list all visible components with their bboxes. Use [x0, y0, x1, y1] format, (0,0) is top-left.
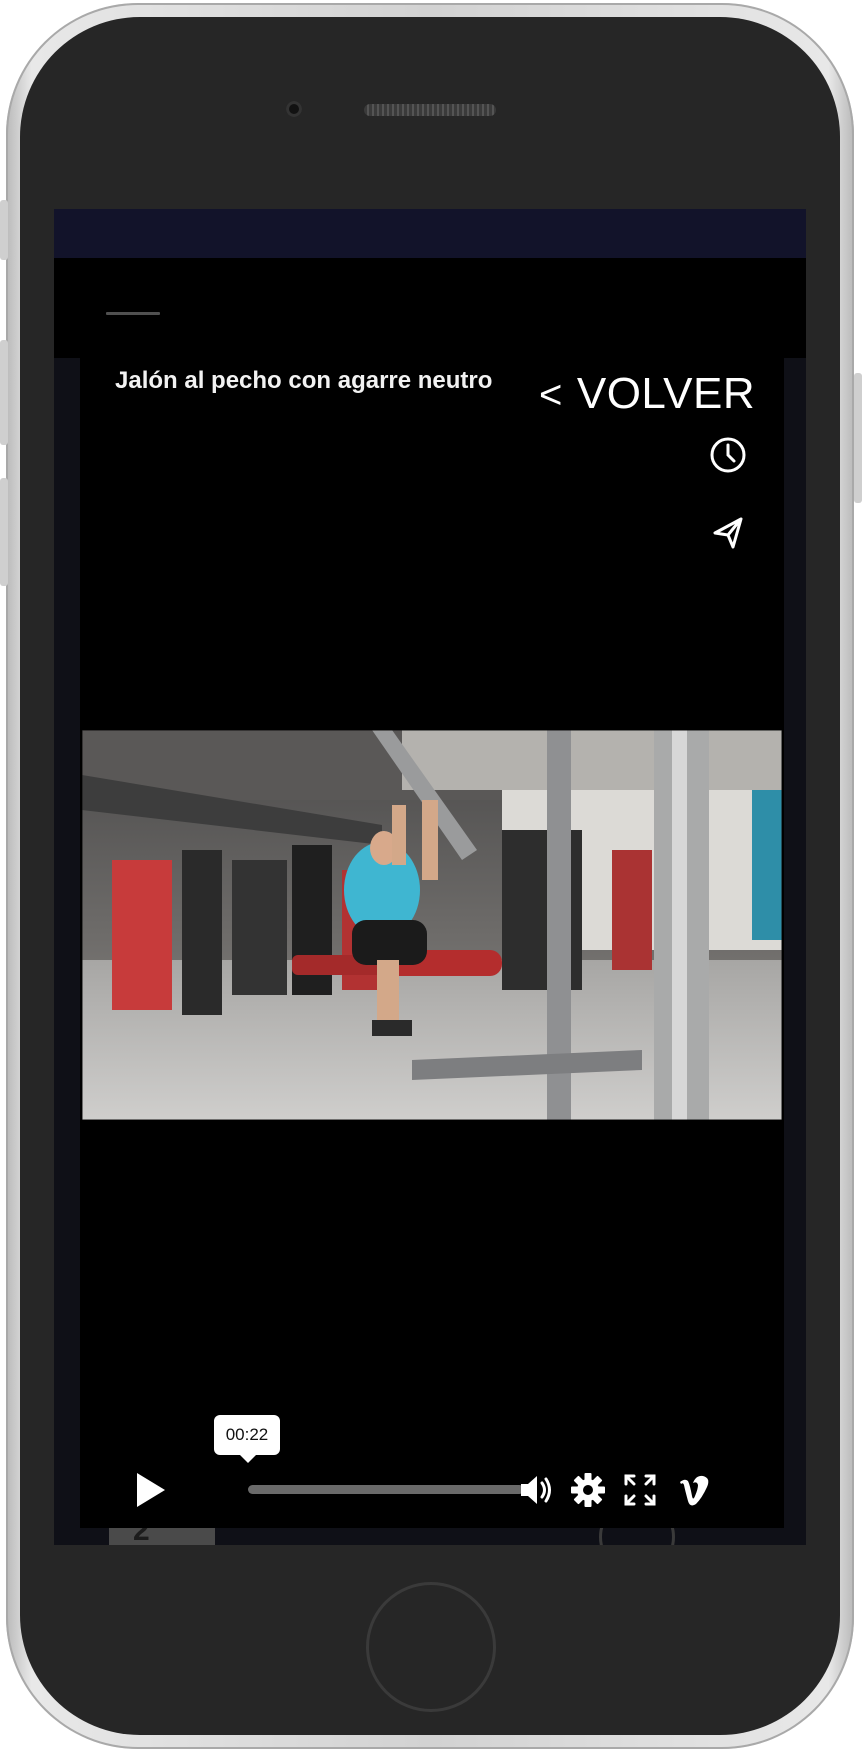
vimeo-logo-icon[interactable]: [676, 1470, 716, 1510]
phone-silent-switch: [0, 200, 8, 260]
time-tooltip: 00:22: [214, 1415, 280, 1463]
volume-icon[interactable]: [516, 1470, 556, 1510]
phone-screen: 2 Jalón al pecho con agarre neutro < VOLV…: [54, 209, 806, 1545]
front-camera: [286, 101, 302, 117]
clock-icon[interactable]: [707, 434, 749, 476]
video-frame[interactable]: [82, 730, 782, 1120]
video-title: Jalón al pecho con agarre neutro: [115, 367, 493, 394]
phone-volume-up-button: [0, 340, 8, 445]
back-chevron: <: [539, 373, 563, 417]
back-label: VOLVER: [576, 369, 756, 418]
fullscreen-icon[interactable]: [620, 1470, 660, 1510]
status-bar: [54, 209, 806, 258]
progress-bar[interactable]: [248, 1485, 524, 1494]
back-button[interactable]: < VOLVER: [539, 368, 755, 421]
gear-icon[interactable]: [568, 1470, 608, 1510]
play-icon[interactable]: [134, 1471, 168, 1509]
earpiece-speaker: [364, 104, 496, 116]
paper-plane-icon[interactable]: [707, 511, 749, 553]
video-player-modal: Jalón al pecho con agarre neutro < VOLVER: [80, 326, 784, 1528]
video-still-image: [82, 730, 782, 1120]
phone-power-button: [854, 373, 862, 503]
home-button[interactable]: [366, 1582, 496, 1712]
phone-volume-down-button: [0, 478, 8, 586]
